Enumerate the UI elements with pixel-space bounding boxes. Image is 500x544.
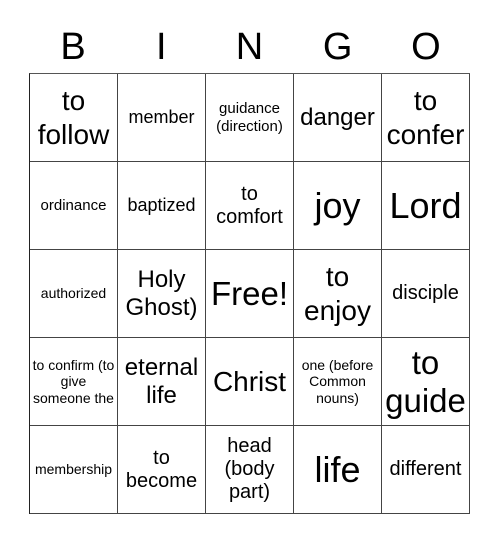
bingo-cell[interactable]: Christ bbox=[206, 338, 294, 426]
bingo-cell[interactable]: head (body part) bbox=[206, 426, 294, 514]
bingo-cell[interactable]: one (before Common nouns) bbox=[294, 338, 382, 426]
bingo-cell[interactable]: member bbox=[118, 74, 206, 162]
bingo-cell[interactable]: baptized bbox=[118, 162, 206, 250]
bingo-cell[interactable]: danger bbox=[294, 74, 382, 162]
bingo-cell-free-space[interactable]: Free! bbox=[206, 250, 294, 338]
header-letter-o: O bbox=[411, 26, 441, 68]
bingo-cell[interactable]: life bbox=[294, 426, 382, 514]
bingo-cell[interactable]: joy bbox=[294, 162, 382, 250]
bingo-cell[interactable]: ordinance bbox=[30, 162, 118, 250]
bingo-cell[interactable]: to enjoy bbox=[294, 250, 382, 338]
bingo-cell[interactable]: different bbox=[382, 426, 470, 514]
bingo-cell[interactable]: eternal life bbox=[118, 338, 206, 426]
bingo-cell[interactable]: to guide bbox=[382, 338, 470, 426]
bingo-grid: to follow member guidance (direction) da… bbox=[29, 73, 470, 514]
bingo-cell[interactable]: to become bbox=[118, 426, 206, 514]
header-letter-n: N bbox=[235, 26, 264, 68]
bingo-cell[interactable]: Lord bbox=[382, 162, 470, 250]
bingo-cell[interactable]: membership bbox=[30, 426, 118, 514]
header-letter-g: G bbox=[322, 26, 353, 68]
bingo-cell[interactable]: guidance (direction) bbox=[206, 74, 294, 162]
bingo-header: B I N G O bbox=[29, 22, 470, 72]
header-letter-b: B bbox=[60, 26, 86, 68]
header-letter-i: I bbox=[156, 26, 167, 68]
bingo-cell[interactable]: authorized bbox=[30, 250, 118, 338]
bingo-cell[interactable]: disciple bbox=[382, 250, 470, 338]
bingo-cell[interactable]: Holy Ghost) bbox=[118, 250, 206, 338]
bingo-cell[interactable]: to follow bbox=[30, 74, 118, 162]
bingo-cell[interactable]: to confer bbox=[382, 74, 470, 162]
bingo-cell[interactable]: to comfort bbox=[206, 162, 294, 250]
bingo-cell[interactable]: to confirm (to give someone the bbox=[30, 338, 118, 426]
